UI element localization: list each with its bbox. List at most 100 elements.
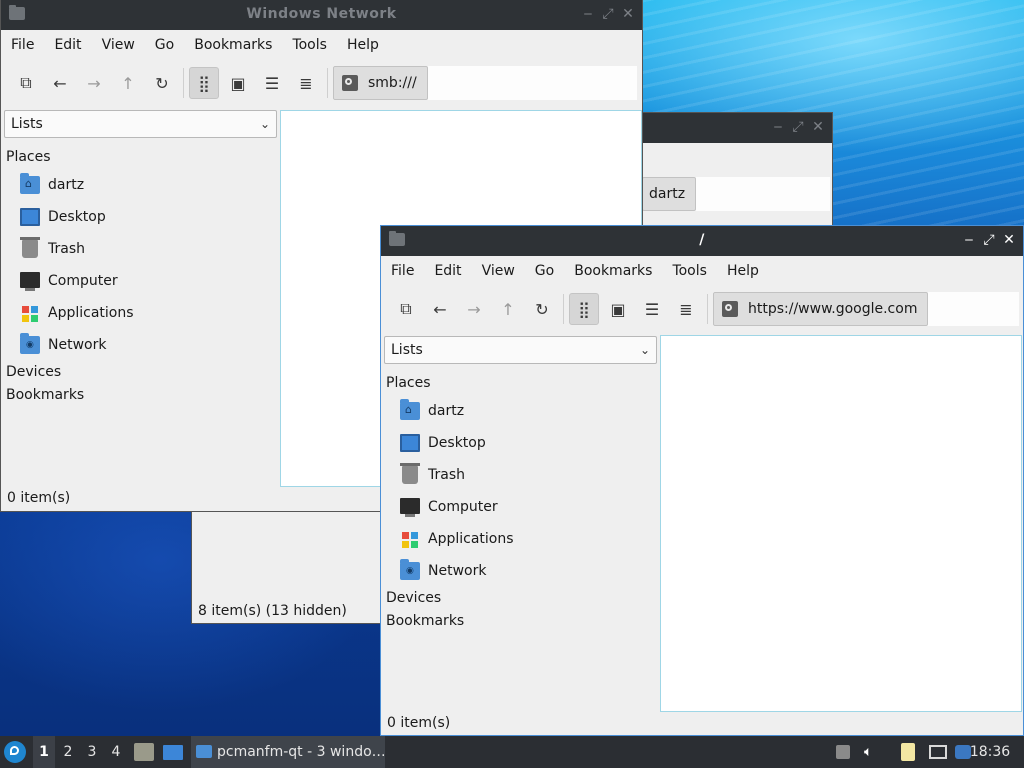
compact-view-icon[interactable]: ☰ [257, 67, 287, 99]
compact-view-icon[interactable]: ☰ [637, 293, 667, 325]
place-network[interactable]: Network [384, 555, 657, 587]
taskbar-task-pcmanfm[interactable]: pcmanfm-qt - 3 windo… [191, 736, 385, 768]
workspace-4[interactable]: 4 [105, 736, 127, 768]
maximize-icon[interactable]: ⤢ [790, 118, 806, 136]
menu-bookmarks[interactable]: Bookmarks [568, 256, 660, 286]
path-label: dartz [649, 186, 686, 202]
place-label: Desktop [48, 209, 106, 225]
place-trash[interactable]: Trash [384, 459, 657, 491]
icon-view-icon[interactable]: ⣿ [569, 293, 599, 325]
place-network[interactable]: Network [4, 329, 277, 361]
menu-file[interactable]: File [5, 30, 42, 60]
volume-icon[interactable]: 🔈︎ [864, 745, 878, 759]
menu-bar: File Edit View Go Bookmarks Tools Help [381, 256, 1023, 286]
menu-view[interactable]: View [476, 256, 523, 286]
menu-help[interactable]: Help [721, 256, 767, 286]
place-dartz[interactable]: dartz [384, 395, 657, 427]
menu-go[interactable]: Go [529, 256, 562, 286]
workspace-1[interactable]: 1 [33, 736, 55, 768]
place-desktop[interactable]: Desktop [384, 427, 657, 459]
removable-drive-icon[interactable] [836, 745, 850, 759]
window-titlebar[interactable]: Windows Network ‒ ⤢ ✕ [1, 0, 642, 30]
workspace-3[interactable]: 3 [81, 736, 103, 768]
bookmarks-header[interactable]: Bookmarks [4, 384, 277, 407]
place-label: dartz [48, 177, 85, 193]
side-pane-mode-select[interactable]: Lists ⌄ [384, 336, 657, 364]
file-manager-launcher-icon[interactable] [134, 743, 154, 761]
devices-header[interactable]: Devices [4, 361, 277, 384]
reload-icon[interactable]: ↻ [147, 67, 177, 99]
start-menu-icon[interactable] [4, 741, 26, 763]
places-header[interactable]: Places [384, 372, 657, 395]
clock[interactable]: 18:36 [966, 736, 1014, 768]
workspace-2[interactable]: 2 [57, 736, 79, 768]
place-applications[interactable]: Applications [4, 297, 277, 329]
address-bar[interactable]: https://www.google.com [713, 292, 1019, 326]
close-icon[interactable]: ✕ [620, 5, 636, 23]
network-folder-icon [20, 333, 40, 354]
place-desktop[interactable]: Desktop [4, 201, 277, 233]
address-bar[interactable]: smb:/// [333, 66, 637, 100]
window-title: Windows Network [246, 6, 397, 22]
icon-view-icon[interactable]: ⣿ [189, 67, 219, 99]
place-dartz[interactable]: dartz [4, 169, 277, 201]
minimize-icon[interactable]: ‒ [580, 5, 596, 23]
clipboard-icon[interactable] [901, 743, 915, 761]
detailed-list-view-icon[interactable]: ≣ [671, 293, 701, 325]
window-titlebar[interactable]: / ‒ ⤢ ✕ [381, 226, 1023, 256]
forward-arrow-icon[interactable]: → [459, 293, 489, 325]
computer-icon [20, 272, 40, 291]
back-arrow-icon[interactable]: ← [45, 67, 75, 99]
menu-tools[interactable]: Tools [666, 256, 715, 286]
menu-bookmarks[interactable]: Bookmarks [188, 30, 280, 60]
place-trash[interactable]: Trash [4, 233, 277, 265]
place-label: Network [428, 563, 487, 579]
show-desktop-icon[interactable] [163, 745, 183, 760]
side-pane-mode-select[interactable]: Lists ⌄ [4, 110, 277, 138]
close-icon[interactable]: ✕ [1001, 231, 1017, 249]
places-header[interactable]: Places [4, 146, 277, 169]
menu-view[interactable]: View [96, 30, 143, 60]
path-button[interactable]: https://www.google.com [713, 292, 929, 326]
back-arrow-icon[interactable]: ← [425, 293, 455, 325]
toolbar-separator [327, 68, 328, 98]
toolbar-separator [183, 68, 184, 98]
reload-icon[interactable]: ↻ [527, 293, 557, 325]
window-title: / [699, 232, 705, 248]
file-view[interactable] [660, 335, 1022, 712]
path-label: https://www.google.com [748, 301, 918, 317]
menu-edit[interactable]: Edit [48, 30, 89, 60]
thumbnail-view-icon[interactable]: ▣ [603, 293, 633, 325]
menu-help[interactable]: Help [341, 30, 387, 60]
network-connection-icon[interactable] [929, 745, 947, 759]
address-bar[interactable]: dartz [642, 177, 830, 211]
menu-tools[interactable]: Tools [286, 30, 335, 60]
network-search-icon [722, 301, 738, 317]
up-arrow-icon[interactable]: ↑ [493, 293, 523, 325]
path-button[interactable]: smb:/// [333, 66, 428, 100]
up-arrow-icon[interactable]: ↑ [113, 67, 143, 99]
place-label: Network [48, 337, 107, 353]
place-computer[interactable]: Computer [384, 491, 657, 523]
minimize-icon[interactable]: ‒ [961, 231, 977, 249]
forward-arrow-icon[interactable]: → [79, 67, 109, 99]
minimize-icon[interactable]: ‒ [770, 118, 786, 136]
menu-edit[interactable]: Edit [428, 256, 469, 286]
thumbnail-view-icon[interactable]: ▣ [223, 67, 253, 99]
new-tab-icon[interactable]: ⧉ [11, 67, 41, 99]
place-applications[interactable]: Applications [384, 523, 657, 555]
path-button-dartz[interactable]: dartz [642, 177, 697, 211]
place-computer[interactable]: Computer [4, 265, 277, 297]
maximize-icon[interactable]: ⤢ [600, 5, 616, 23]
detailed-list-view-icon[interactable]: ≣ [291, 67, 321, 99]
network-search-icon [342, 75, 358, 91]
maximize-icon[interactable]: ⤢ [981, 231, 997, 249]
devices-header[interactable]: Devices [384, 587, 657, 610]
menu-go[interactable]: Go [149, 30, 182, 60]
file-manager-window-root[interactable]: / ‒ ⤢ ✕ File Edit View Go Bookmarks Tool… [380, 225, 1024, 736]
close-icon[interactable]: ✕ [810, 118, 826, 136]
bookmarks-header[interactable]: Bookmarks [384, 610, 657, 633]
new-tab-icon[interactable]: ⧉ [391, 293, 421, 325]
toolbar-separator [707, 294, 708, 324]
menu-file[interactable]: File [385, 256, 422, 286]
